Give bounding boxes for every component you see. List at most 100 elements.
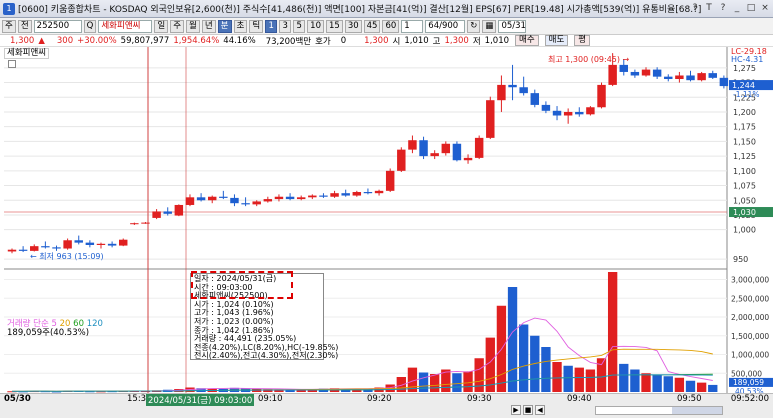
- maximize-button[interactable]: □: [745, 2, 757, 15]
- candle-body: [107, 243, 117, 246]
- candle-body: [530, 93, 540, 105]
- candle-body: [508, 84, 517, 88]
- volume-axis: 500,000 1,000,000 1,500,000 2,000,000 2,500,…: [731, 276, 769, 379]
- period-day[interactable]: 일: [154, 19, 169, 33]
- buy-button[interactable]: 매수: [515, 35, 539, 46]
- prev-icon[interactable]: ◀: [535, 405, 545, 415]
- high-annotation: 최고 1,300 (09:45) →: [548, 54, 630, 64]
- hoga-price: 1,300: [364, 35, 389, 46]
- interval-3[interactable]: 3: [279, 19, 292, 33]
- period-second[interactable]: 초: [233, 19, 248, 33]
- date-field[interactable]: 05/31: [498, 19, 527, 33]
- high-label: 고: [432, 36, 441, 47]
- candle-body: [675, 75, 684, 80]
- price-tick-label: 1,125: [733, 152, 756, 161]
- refresh-icon[interactable]: ↻: [467, 19, 481, 33]
- candle-body: [185, 197, 195, 205]
- candle-body: [308, 195, 317, 198]
- interval-10[interactable]: 10: [307, 19, 324, 33]
- volume-current-label: 189,059: [733, 378, 764, 387]
- turnover-value: 44.16%: [223, 35, 256, 46]
- candle-body: [586, 107, 595, 115]
- volume-bar: [485, 337, 495, 392]
- stock-name-field[interactable]: 세화피앤씨: [98, 19, 153, 33]
- candle-body: [85, 242, 95, 245]
- period-year[interactable]: 년: [201, 19, 216, 33]
- sell-button[interactable]: 매도: [544, 35, 569, 46]
- candle-body: [330, 193, 339, 197]
- chart-scrollbar[interactable]: [595, 406, 723, 415]
- interval-15[interactable]: 15: [325, 19, 343, 33]
- candle-body: [541, 104, 551, 111]
- time-label-0940: 09:40: [567, 394, 592, 404]
- period-week[interactable]: 주: [170, 19, 185, 33]
- eval-button[interactable]: 평: [574, 35, 591, 46]
- current-price-label: 1,244: [732, 81, 755, 90]
- chart-legend-name[interactable]: 세화피앤씨: [4, 48, 50, 59]
- low-annotation: ← 최저 963 (15:09): [30, 251, 104, 261]
- candle-body: [486, 100, 495, 138]
- candle-body: [374, 190, 384, 194]
- candle-body: [441, 143, 451, 154]
- candle-body: [630, 71, 640, 76]
- interval-60[interactable]: 60: [382, 19, 400, 33]
- period-month[interactable]: 월: [186, 19, 200, 33]
- close-button[interactable]: ×: [759, 2, 771, 15]
- candle-body: [141, 222, 150, 224]
- app-icon: 1: [3, 2, 15, 15]
- interval-45[interactable]: 45: [363, 19, 381, 33]
- stop-icon[interactable]: ■: [523, 405, 533, 415]
- interval-input[interactable]: 1: [401, 19, 424, 33]
- info-button[interactable]: ?: [717, 2, 729, 15]
- price-change: 300: [56, 35, 74, 46]
- candle-series: [7, 53, 729, 254]
- volume-legend-value: 189,059주(40.53%): [7, 328, 90, 338]
- window-controls: ? T ? _ □ ×: [689, 2, 771, 15]
- window-title: [0600] 키움종합차트 - KOSDAQ 외국인보유[2,600(천)] 주…: [18, 5, 702, 15]
- data-count[interactable]: 64/900: [425, 19, 466, 33]
- interval-5[interactable]: 5: [293, 19, 306, 33]
- candle-body: [664, 76, 673, 80]
- scroll-thumb[interactable]: [672, 407, 722, 414]
- chart-type-select[interactable]: 주: [2, 19, 16, 33]
- volume-series: [7, 272, 718, 393]
- search-icon[interactable]: Q: [83, 19, 97, 33]
- candle-body: [575, 111, 584, 115]
- time-axis-highlight: 2024/05/31(금) 09:03:00: [146, 394, 255, 406]
- time-label-0930: 09:30: [467, 394, 492, 404]
- chart-svg[interactable]: 9501,0001,0251,0501,0751,1001,1251,1501,…: [0, 47, 773, 396]
- interval-30[interactable]: 30: [344, 19, 362, 33]
- help-button[interactable]: ?: [689, 2, 701, 15]
- volume-bar: [552, 362, 562, 392]
- candle-body: [274, 196, 284, 200]
- stock-code-input[interactable]: 252500: [33, 19, 82, 33]
- calendar-icon[interactable]: ▦: [482, 19, 497, 33]
- candle-body: [241, 203, 250, 205]
- legend-checkbox[interactable]: [8, 60, 16, 68]
- chart-area[interactable]: 9501,0001,0251,0501,0751,1001,1251,1501,…: [0, 47, 773, 396]
- candle-body: [96, 243, 106, 245]
- play-icon[interactable]: ▶: [511, 405, 521, 415]
- candle-body: [196, 197, 206, 201]
- volume-bar: [663, 376, 673, 392]
- candle-body: [641, 69, 651, 76]
- candle-body: [497, 84, 506, 101]
- period-minute[interactable]: 분: [217, 19, 232, 33]
- volume-bar: [474, 358, 484, 392]
- volume-bar: [685, 380, 696, 392]
- time-label-0950: 09:50: [677, 394, 702, 404]
- market-select[interactable]: 전: [17, 19, 32, 33]
- price-tick-label: 1,075: [733, 182, 756, 191]
- candle-body: [296, 197, 306, 200]
- volume-tick-label: 1,500,000: [731, 332, 769, 341]
- up-arrow-icon: ▲: [38, 35, 45, 46]
- interval-1[interactable]: 1: [265, 19, 278, 33]
- minimize-button[interactable]: _: [731, 2, 743, 15]
- low-value: 1,010: [484, 35, 510, 46]
- candle-body: [52, 247, 61, 249]
- volume-bar: [630, 369, 640, 392]
- volume-bar: [563, 365, 573, 392]
- candle-body: [419, 140, 428, 157]
- text-button[interactable]: T: [703, 2, 715, 15]
- period-tick[interactable]: 틱: [249, 19, 264, 33]
